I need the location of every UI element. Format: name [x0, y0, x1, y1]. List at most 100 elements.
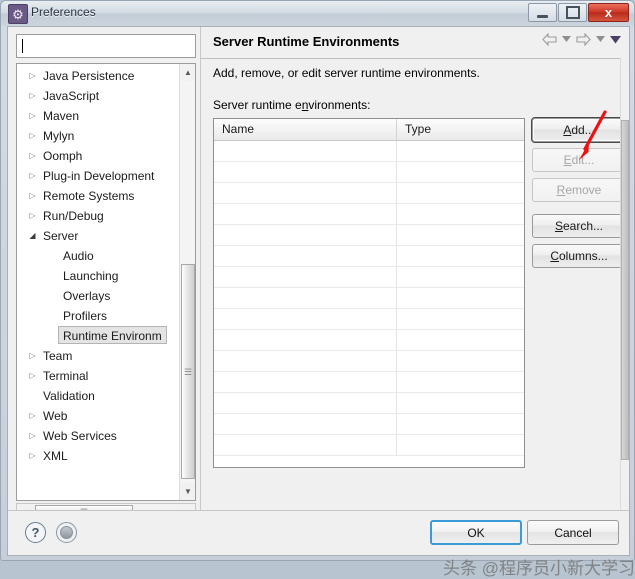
sidebar-item-run-debug[interactable]: ▷ Run/Debug — [17, 206, 177, 226]
tree-expand-icon[interactable]: ▷ — [27, 126, 38, 146]
table-cell — [214, 162, 397, 182]
ok-button[interactable]: OK — [430, 520, 522, 545]
column-header-name[interactable]: Name — [214, 119, 397, 140]
sidebar-item-remote-systems[interactable]: ▷ Remote Systems — [17, 186, 177, 206]
view-menu-icon[interactable] — [610, 35, 621, 44]
sidebar-item-web-services[interactable]: ▷ Web Services — [17, 426, 177, 446]
table-cell — [214, 351, 397, 371]
runtime-environments-table[interactable]: Name Type — [213, 118, 525, 468]
help-icon[interactable]: ? — [25, 522, 46, 543]
table-row[interactable] — [214, 372, 524, 393]
sidebar-item-web[interactable]: ▷ Web — [17, 406, 177, 426]
page-vertical-scrollbar[interactable] — [620, 58, 629, 511]
sidebar-item-xml[interactable]: ▷ XML — [17, 446, 177, 466]
sidebar-item-maven[interactable]: ▷ Maven — [17, 106, 177, 126]
cancel-button[interactable]: Cancel — [527, 520, 619, 545]
dialog-button-bar: ? OK Cancel — [8, 510, 629, 555]
preferences-window: ⚙ Preferences x ▷ Java Persistence ▷ JavaSc… — [0, 0, 635, 578]
table-cell — [214, 372, 397, 392]
maximize-button[interactable] — [558, 3, 587, 22]
sidebar-item-plug-in-development[interactable]: ▷ Plug-in Development — [17, 166, 177, 186]
search-button[interactable]: Search... — [532, 214, 626, 238]
table-row[interactable] — [214, 183, 524, 204]
table-cell — [214, 393, 397, 413]
list-label: Server runtime environments: — [213, 98, 370, 112]
tree-expand-icon[interactable]: ▷ — [27, 106, 38, 126]
table-row[interactable] — [214, 351, 524, 372]
table-row[interactable] — [214, 204, 524, 225]
sidebar-item-launching[interactable]: Launching — [17, 266, 177, 286]
back-icon[interactable] — [542, 33, 557, 46]
table-row[interactable] — [214, 330, 524, 351]
sidebar-item-terminal[interactable]: ▷ Terminal — [17, 366, 177, 386]
table-row[interactable] — [214, 288, 524, 309]
scroll-up-icon[interactable]: ▲ — [180, 64, 195, 81]
table-row[interactable] — [214, 162, 524, 183]
table-row[interactable] — [214, 141, 524, 162]
sidebar-item-label: Java Persistence — [43, 69, 135, 83]
tree-scrollbar-thumb[interactable]: ☰ — [181, 264, 195, 479]
tree-expand-icon[interactable]: ▷ — [27, 426, 38, 446]
chevron-down-icon — [562, 36, 571, 42]
tree-expand-icon[interactable]: ▷ — [27, 86, 38, 106]
table-row[interactable] — [214, 414, 524, 435]
column-header-type[interactable]: Type — [397, 119, 524, 140]
sidebar-item-javascript[interactable]: ▷ JavaScript — [17, 86, 177, 106]
tree-expand-icon[interactable]: ▷ — [27, 446, 38, 466]
remove-button: Remove — [532, 178, 626, 202]
tree-expand-icon[interactable]: ▷ — [27, 346, 38, 366]
dialog-client-area: ▷ Java Persistence ▷ JavaScript ▷ Maven ▷ Mylyn… — [7, 26, 635, 578]
sidebar-item-label: Audio — [63, 249, 94, 263]
tree-expand-icon[interactable]: ▷ — [27, 186, 38, 206]
table-row[interactable] — [214, 309, 524, 330]
sidebar-item-audio[interactable]: Audio — [17, 246, 177, 266]
tree-vertical-scrollbar[interactable]: ▲ ☰ ▼ — [179, 64, 195, 500]
filter-input[interactable] — [16, 34, 196, 58]
add-button[interactable]: Add... — [531, 117, 627, 143]
sidebar-item-profilers[interactable]: Profilers — [17, 306, 177, 326]
tree-expand-icon[interactable]: ▷ — [27, 146, 38, 166]
sidebar-item-server[interactable]: ◢ Server — [17, 226, 177, 246]
table-row[interactable] — [214, 393, 524, 414]
edit-button: Edit... — [532, 148, 626, 172]
tree-expand-icon[interactable]: ▷ — [27, 166, 38, 186]
table-row[interactable] — [214, 435, 524, 456]
table-cell — [397, 288, 524, 308]
forward-icon[interactable] — [576, 33, 591, 46]
preference-page: Server Runtime Environments Add, remove,… — [200, 27, 629, 511]
sidebar-item-java-persistence[interactable]: ▷ Java Persistence — [17, 66, 177, 86]
table-cell — [397, 330, 524, 350]
tree-expand-icon[interactable]: ▷ — [27, 366, 38, 386]
table-row[interactable] — [214, 225, 524, 246]
sidebar-item-label: JavaScript — [43, 89, 100, 103]
scroll-down-icon[interactable]: ▼ — [180, 483, 195, 500]
table-row[interactable] — [214, 267, 524, 288]
tree-expand-icon[interactable]: ▷ — [27, 66, 38, 86]
table-row[interactable] — [214, 246, 524, 267]
sidebar-item-oomph[interactable]: ▷ Oomph — [17, 146, 177, 166]
tree-collapse-icon[interactable]: ◢ — [27, 226, 38, 246]
sidebar-item-mylyn[interactable]: ▷ Mylyn — [17, 126, 177, 146]
back-menu-icon[interactable] — [562, 36, 571, 43]
page-header: Server Runtime Environments — [201, 27, 629, 59]
preferences-tree[interactable]: ▷ Java Persistence ▷ JavaScript ▷ Maven ▷ Mylyn… — [16, 63, 196, 501]
page-scrollbar-thumb[interactable] — [621, 120, 629, 460]
columns-button[interactable]: Columns... — [532, 244, 626, 268]
close-button[interactable]: x — [588, 3, 629, 22]
apply-icon[interactable] — [56, 522, 77, 543]
sidebar-item-runtime-environm[interactable]: Runtime Environm — [17, 326, 177, 346]
sidebar-item-validation[interactable]: Validation — [17, 386, 177, 406]
forward-menu-icon[interactable] — [596, 36, 605, 43]
minimize-icon — [537, 14, 548, 18]
mnemonic: E — [563, 153, 572, 167]
table-cell — [397, 414, 524, 434]
minimize-button[interactable] — [528, 3, 557, 22]
table-cell — [397, 204, 524, 224]
title-bar[interactable]: ⚙ Preferences x — [1, 1, 634, 26]
tree-expand-icon[interactable]: ▷ — [27, 406, 38, 426]
sidebar-item-team[interactable]: ▷ Team — [17, 346, 177, 366]
table-cell — [397, 435, 524, 455]
sidebar-item-overlays[interactable]: Overlays — [17, 286, 177, 306]
mnemonic: S — [554, 219, 563, 233]
tree-expand-icon[interactable]: ▷ — [27, 206, 38, 226]
